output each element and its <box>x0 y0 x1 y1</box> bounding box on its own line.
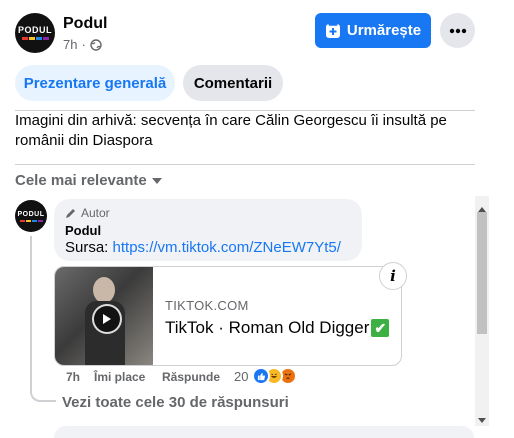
comment-logo-bar-purple <box>37 219 43 222</box>
logo-bars <box>21 37 49 40</box>
page-name[interactable]: Podul <box>63 15 107 33</box>
play-icon[interactable] <box>92 304 122 334</box>
like-button[interactable]: Îmi place <box>94 370 145 384</box>
comment-text-prefix: Sursa: <box>65 239 113 256</box>
info-icon[interactable]: i <box>379 262 407 290</box>
reaction-count[interactable]: 20 <box>234 369 248 384</box>
view-replies-link[interactable]: Vezi toate cele 30 de răspunsuri <box>62 394 289 411</box>
pen-icon <box>65 207 77 219</box>
thread-line <box>30 236 56 402</box>
preview-title: TikTok · Roman Old Digger ✔ <box>165 318 390 338</box>
follow-plus-icon <box>325 23 341 39</box>
video-thumbnail[interactable] <box>55 267 153 365</box>
post-meta: 7h · <box>63 37 102 52</box>
comment-logo-bar-blue <box>31 219 37 222</box>
comment-text: Sursa: https://vm.tiktok.com/ZNeEW7Yt5/ <box>65 239 341 256</box>
caret-down-icon <box>151 177 163 185</box>
tab-overview[interactable]: Prezentare generală <box>15 65 175 101</box>
follow-button[interactable]: Urmărește <box>315 13 431 48</box>
preview-domain: TIKTOK.COM <box>165 298 249 313</box>
page-avatar[interactable]: PODUL <box>15 13 55 53</box>
more-options-button[interactable] <box>440 13 475 48</box>
sort-selector[interactable]: Cele mai relevante <box>15 172 163 189</box>
preview-title-text: TikTok · Roman Old Digger <box>165 318 370 337</box>
scrollbar-thumb[interactable] <box>477 212 487 334</box>
logo-bar-purple <box>42 37 49 40</box>
comment-logo-bar-red <box>19 219 25 222</box>
logo-bar-blue <box>35 37 42 40</box>
sort-label: Cele mai relevante <box>15 172 147 189</box>
tab-overview-label: Prezentare generală <box>23 74 167 92</box>
check-mark-icon: ✔ <box>371 319 390 337</box>
meta-dot: · <box>81 37 86 52</box>
logo-bar-yellow <box>28 37 35 40</box>
author-badge-label: Autor <box>81 206 110 220</box>
comment-logo-bars <box>19 219 43 222</box>
logo-bar-red <box>21 37 28 40</box>
tab-comments[interactable]: Comentarii <box>183 65 283 101</box>
globe-icon <box>90 38 102 51</box>
comment-time[interactable]: 7h <box>66 370 80 384</box>
comment-avatar[interactable]: PODUL <box>15 200 47 232</box>
reaction-icons[interactable] <box>252 367 304 387</box>
post-time[interactable]: 7h <box>63 37 77 52</box>
comment-logo-text: PODUL <box>17 210 45 218</box>
comment-author[interactable]: Podul <box>65 223 101 238</box>
reply-button[interactable]: Răspunde <box>162 370 220 384</box>
link-preview-card[interactable]: TIKTOK.COM TikTok · Roman Old Digger ✔ <box>54 266 402 366</box>
info-label: i <box>390 267 396 285</box>
scroll-down-arrow[interactable] <box>478 411 486 429</box>
comment-logo-bar-yellow <box>25 219 31 222</box>
ellipsis-icon <box>449 28 467 34</box>
comment-bubble: Autor Podul Sursa: https://vm.tiktok.com… <box>54 199 362 261</box>
logo-text: PODUL <box>18 25 52 35</box>
follow-label: Urmărește <box>346 22 422 39</box>
author-badge: Autor <box>65 206 110 220</box>
comment-link[interactable]: https://vm.tiktok.com/ZNeEW7Yt5/ <box>113 239 341 256</box>
tab-comments-label: Comentarii <box>193 74 273 92</box>
post-text: Imagini din arhivă: secvența în care Căl… <box>15 112 447 149</box>
content-divider <box>15 164 475 165</box>
like-reaction-icon <box>252 367 270 385</box>
next-comment-edge <box>54 426 474 438</box>
